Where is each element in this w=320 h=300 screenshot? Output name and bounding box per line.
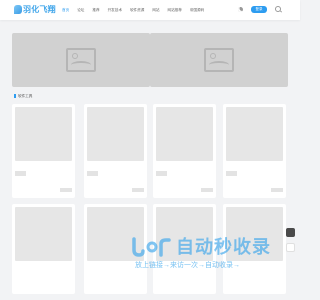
site-logo[interactable]: 羽化飞翔 <box>14 5 56 14</box>
logo-text: 羽化飞翔 <box>23 5 56 14</box>
nav-item-empire-source[interactable]: 帝国源码 <box>190 0 204 20</box>
main-nav: 首页 论坛 推荐 开发技术 软件资源 网站 网站推荐 帝国源码 <box>62 0 212 20</box>
nav-item-recommend[interactable]: 推荐 <box>92 0 99 20</box>
card-thumbnail-placeholder <box>226 107 283 161</box>
card-title-placeholder <box>226 171 237 176</box>
top-navigation-bar: 羽化飞翔 首页 论坛 推荐 开发技术 软件资源 网站 网站推荐 帝国源码 登录 <box>0 0 300 20</box>
post-card[interactable] <box>12 104 75 198</box>
image-placeholder-icon <box>66 48 96 72</box>
card-meta-placeholder <box>271 188 283 192</box>
post-card[interactable] <box>84 104 147 198</box>
watermark-subtitle: 放上链接→来访一次→自动收录→ <box>135 262 240 269</box>
card-title-placeholder <box>156 171 167 176</box>
card-thumbnail-placeholder <box>87 107 144 161</box>
card-title-placeholder <box>87 171 98 176</box>
card-meta-placeholder <box>60 188 72 192</box>
floating-menu-button[interactable] <box>286 228 295 237</box>
card-title-placeholder <box>15 171 26 176</box>
back-to-top-button[interactable] <box>286 243 295 252</box>
banner-slide-2[interactable] <box>150 33 288 87</box>
search-icon[interactable] <box>275 6 281 12</box>
nav-item-software[interactable]: 软件资源 <box>130 0 144 20</box>
watermark-logo-icon <box>132 237 171 257</box>
card-thumbnail-placeholder <box>15 107 72 161</box>
watermark-title: 自动秒收录 <box>176 237 271 257</box>
image-placeholder-icon <box>204 48 234 72</box>
nav-item-forum[interactable]: 论坛 <box>77 0 84 20</box>
post-card[interactable] <box>153 104 216 198</box>
nav-item-site-recommend[interactable]: 网站推荐 <box>168 0 182 20</box>
nav-item-website[interactable]: 网站 <box>152 0 159 20</box>
post-card[interactable] <box>223 104 286 198</box>
section-accent-bar <box>14 94 16 98</box>
nav-item-dev-tech[interactable]: 开发技术 <box>108 0 122 20</box>
dark-mode-toggle-icon[interactable] <box>238 7 243 12</box>
card-meta-placeholder <box>201 188 213 192</box>
card-thumbnail-placeholder <box>15 207 72 261</box>
post-card[interactable] <box>12 204 75 294</box>
section-title: 软件工具 <box>18 94 33 98</box>
card-thumbnail-placeholder <box>156 107 213 161</box>
banner-slide-1[interactable] <box>12 33 150 87</box>
auto-index-watermark: 自动秒收录 放上链接→来访一次→自动收录→ <box>130 234 280 274</box>
login-button[interactable]: 登录 <box>251 6 267 13</box>
nav-item-home[interactable]: 首页 <box>62 0 69 20</box>
logo-mark-icon <box>14 5 22 14</box>
card-meta-placeholder <box>132 188 144 192</box>
section-heading: 软件工具 <box>12 91 288 101</box>
